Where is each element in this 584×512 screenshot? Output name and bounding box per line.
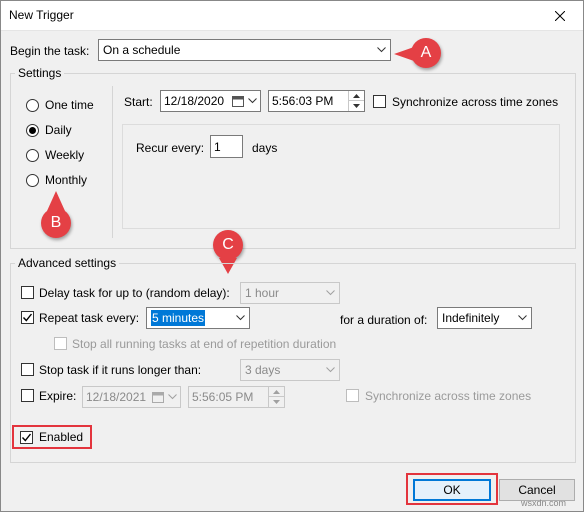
delay-task-label: Delay task for up to (random delay): (39, 286, 230, 300)
advanced-settings-title: Advanced settings (15, 256, 120, 270)
chevron-down-icon (513, 308, 531, 328)
begin-task-dropdown[interactable]: On a schedule (98, 39, 391, 61)
callout-marker-b-letter: B (50, 214, 62, 231)
chevron-down-icon (248, 98, 257, 104)
sync-time-zones-checkbox[interactable] (373, 95, 386, 108)
start-label: Start: (124, 95, 153, 109)
stop-if-longer-value: 3 days (245, 363, 281, 377)
radio-monthly[interactable] (26, 174, 39, 187)
settings-group-title: Settings (15, 66, 65, 80)
repeat-interval-dropdown[interactable]: 5 minutes (146, 307, 250, 329)
callout-pointer-b (47, 191, 65, 211)
stop-if-longer-dropdown[interactable]: 3 days (240, 359, 340, 381)
begin-task-label: Begin the task: (10, 44, 90, 58)
expire-time-picker[interactable]: 5:56:05 PM (188, 386, 285, 408)
start-date-value: 12/18/2020 (164, 94, 225, 108)
stop-running-tasks-label: Stop all running tasks at end of repetit… (72, 337, 337, 351)
spin-up-icon[interactable] (269, 387, 284, 397)
new-trigger-dialog: New Trigger Begin the task: On a schedul… (0, 0, 584, 512)
delay-task-checkbox[interactable] (21, 286, 34, 299)
enabled-label: Enabled (39, 430, 84, 444)
expire-date-value: 12/18/2021 (86, 390, 147, 404)
stop-if-longer-checkbox[interactable] (21, 363, 34, 376)
chevron-down-icon (321, 360, 339, 380)
close-button[interactable] (537, 1, 583, 31)
spin-down-icon[interactable] (349, 101, 364, 111)
recur-panel (122, 124, 560, 229)
delay-value: 1 hour (245, 286, 280, 300)
expire-label: Expire: (39, 389, 77, 403)
calendar-icon (232, 96, 244, 107)
callout-marker-a: A (411, 38, 441, 68)
radio-one-time[interactable] (26, 99, 39, 112)
spin-up-icon[interactable] (349, 91, 364, 101)
expire-time-spinner[interactable] (268, 387, 284, 407)
radio-daily[interactable] (26, 124, 39, 137)
radio-daily-label: Daily (45, 123, 72, 137)
radio-monthly-label: Monthly (45, 173, 88, 187)
chevron-down-icon (372, 40, 390, 60)
checkmark-icon (22, 313, 33, 322)
delay-dropdown[interactable]: 1 hour (240, 282, 340, 304)
expire-date-picker[interactable]: 12/18/2021 (82, 386, 181, 408)
repeat-task-checkbox[interactable] (21, 311, 34, 324)
callout-marker-b: B (41, 208, 71, 238)
title-bar: New Trigger (1, 1, 583, 31)
start-time-picker[interactable]: 5:56:03 PM (268, 90, 365, 112)
enabled-checkbox[interactable] (20, 431, 33, 444)
radio-weekly-label: Weekly (45, 148, 85, 162)
repeat-task-label: Repeat task every: (39, 311, 140, 325)
recur-every-label: Recur every: (136, 141, 205, 155)
expire-time-value: 5:56:05 PM (192, 390, 254, 404)
repeat-interval-value: 5 minutes (151, 310, 206, 326)
recur-every-value: 1 (214, 139, 221, 154)
duration-value: Indefinitely (442, 311, 500, 325)
ok-button[interactable]: OK (413, 479, 491, 501)
recur-every-input[interactable]: 1 (210, 135, 243, 158)
watermark: wsxdn.com (521, 498, 567, 508)
callout-marker-c-letter: C (222, 236, 234, 253)
settings-divider (112, 86, 113, 238)
calendar-icon (152, 392, 164, 403)
callout-marker-a-letter: A (420, 44, 432, 61)
radio-weekly[interactable] (26, 149, 39, 162)
chevron-down-icon (321, 283, 339, 303)
radio-one-time-label: One time (45, 98, 94, 112)
callout-pointer-a (394, 47, 414, 61)
recur-unit-label: days (252, 141, 278, 155)
callout-marker-c: C (213, 230, 243, 260)
close-icon (555, 11, 565, 21)
chevron-down-icon (168, 394, 177, 400)
stop-running-tasks-checkbox[interactable] (54, 337, 67, 350)
checkmark-icon (21, 433, 32, 442)
chevron-down-icon (231, 308, 249, 328)
start-date-picker[interactable]: 12/18/2020 (160, 90, 261, 112)
begin-task-value: On a schedule (103, 43, 181, 57)
start-time-value: 5:56:03 PM (272, 94, 334, 108)
spin-down-icon[interactable] (269, 397, 284, 407)
duration-label: for a duration of: (340, 313, 428, 327)
expire-sync-checkbox[interactable] (346, 389, 359, 402)
expire-checkbox[interactable] (21, 389, 34, 402)
sync-time-zones-label: Synchronize across time zones (392, 95, 559, 109)
stop-if-longer-label: Stop task if it runs longer than: (39, 363, 202, 377)
expire-sync-label: Synchronize across time zones (365, 389, 532, 403)
window-title: New Trigger (9, 8, 74, 22)
duration-dropdown[interactable]: Indefinitely (437, 307, 532, 329)
start-time-spinner[interactable] (348, 91, 364, 111)
